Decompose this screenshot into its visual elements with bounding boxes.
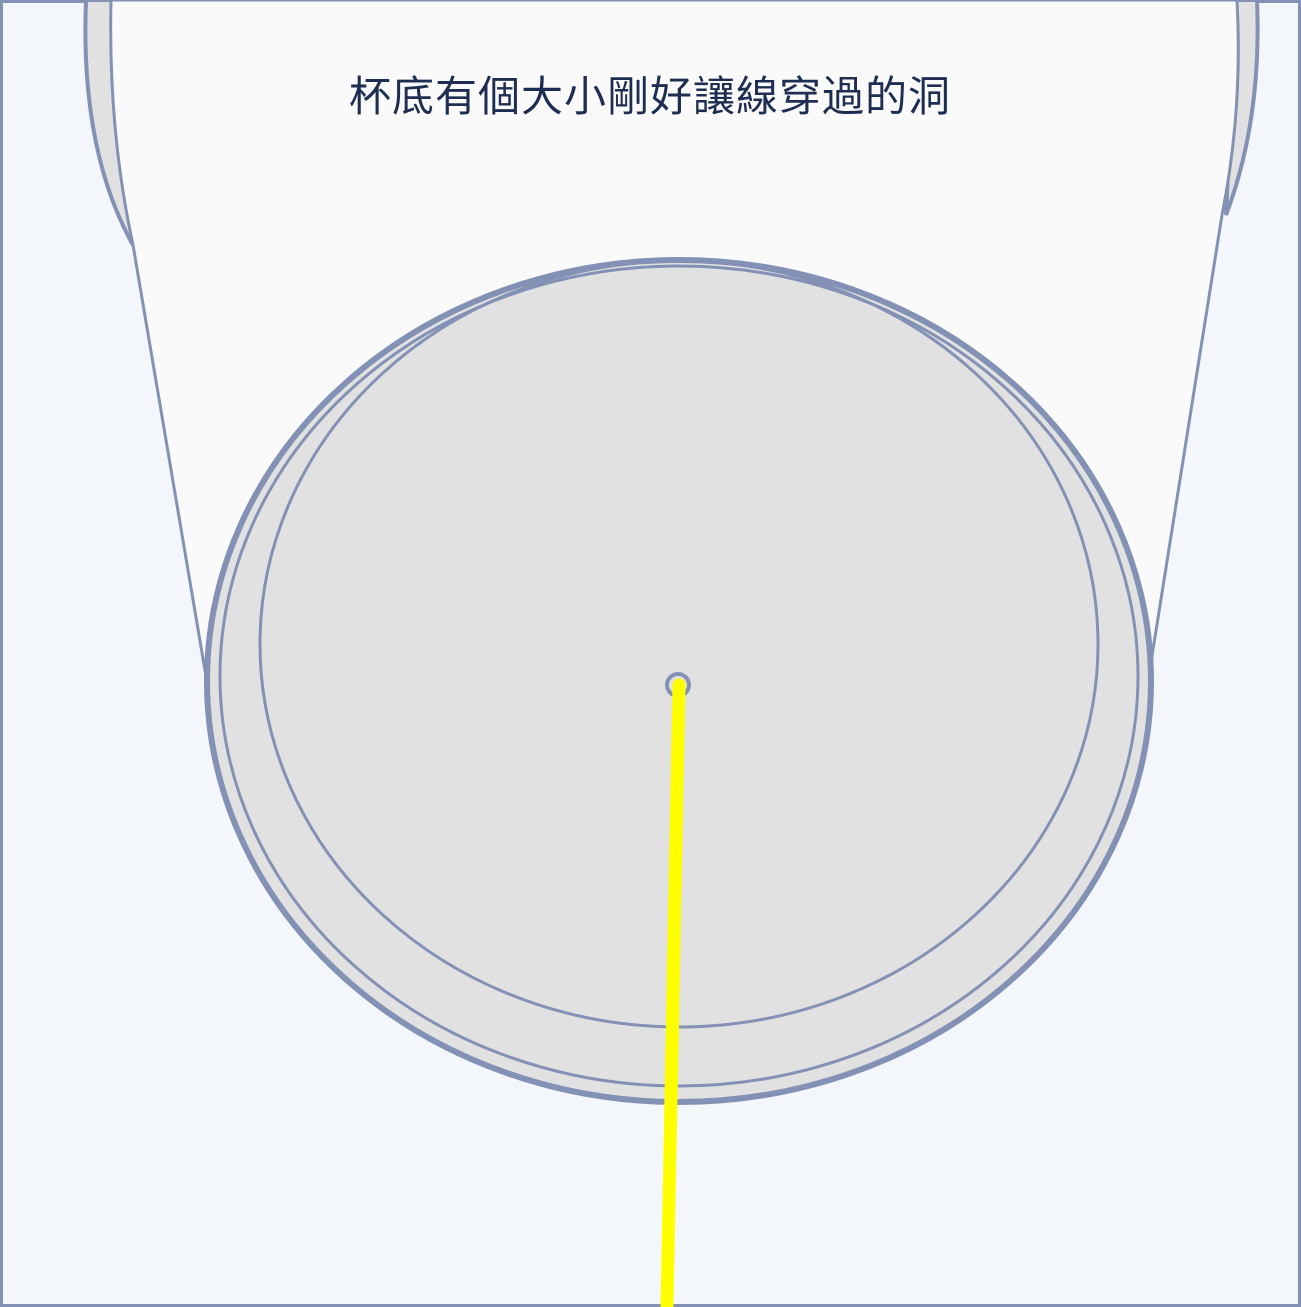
diagram-stage: 杯底有個大小剛好讓線穿過的洞 <box>0 0 1301 1307</box>
caption-text: 杯底有個大小剛好讓線穿過的洞 <box>349 72 951 121</box>
cup-bottom-diagram: 杯底有個大小剛好讓線穿過的洞 <box>0 0 1301 1307</box>
